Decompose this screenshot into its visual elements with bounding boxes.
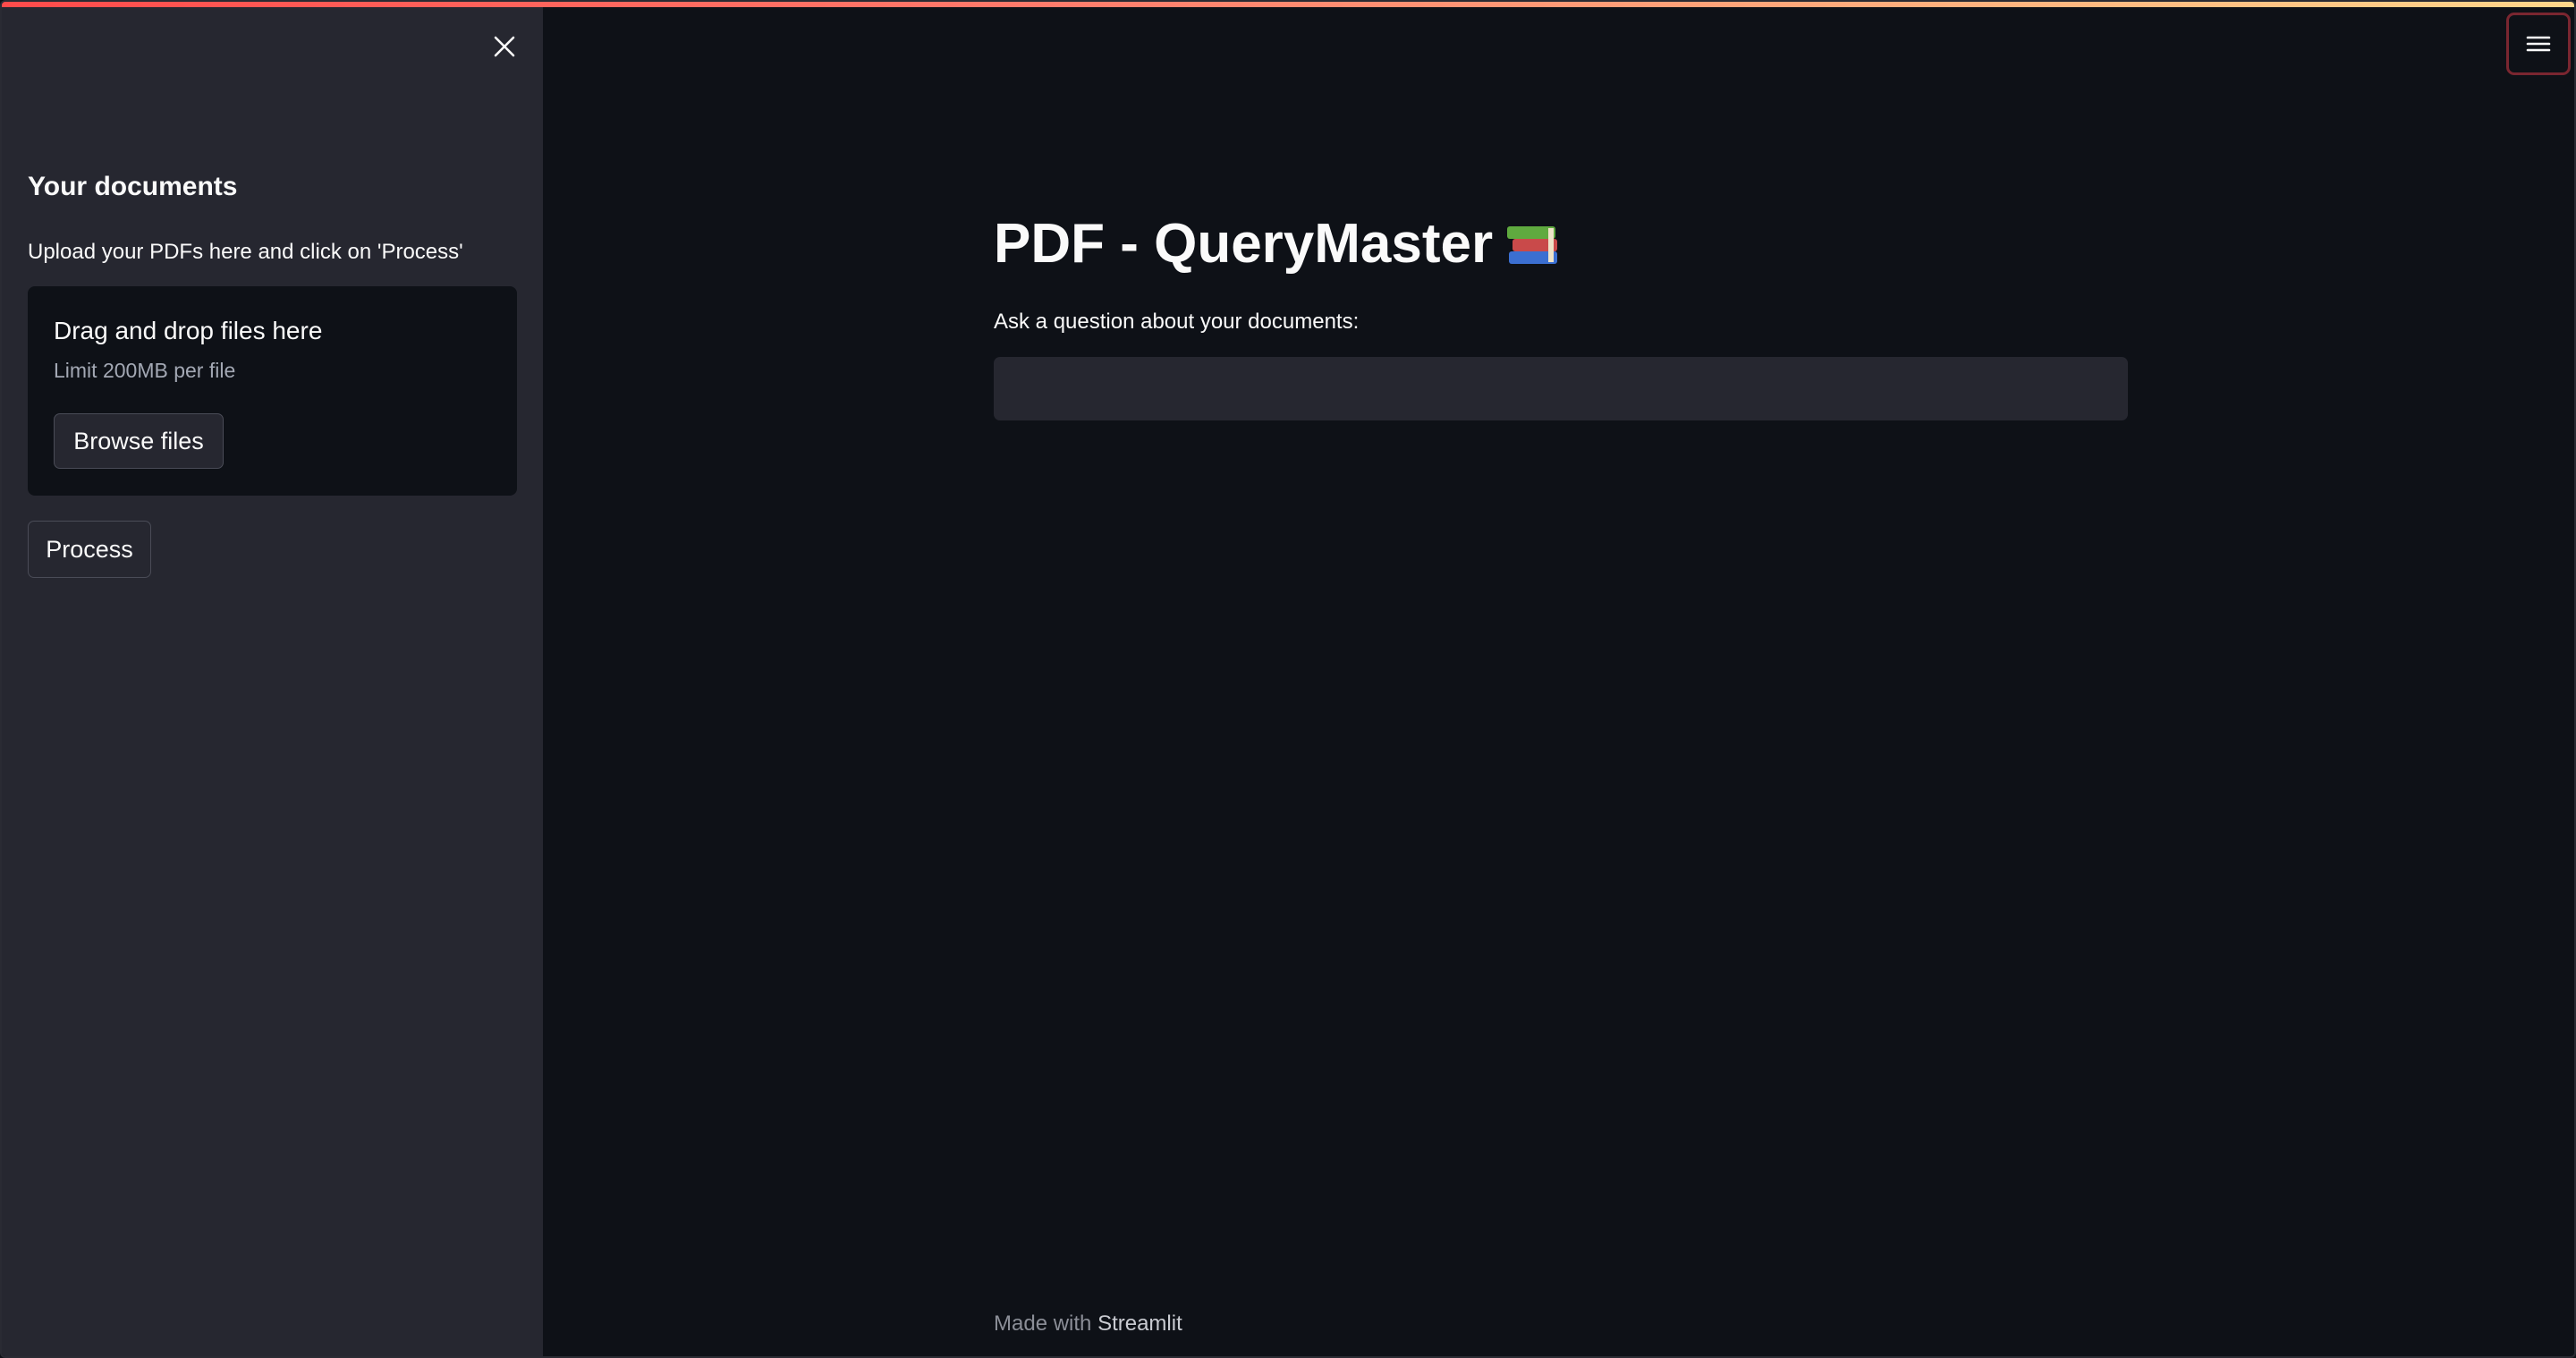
hamburger-menu-icon [2526, 36, 2551, 52]
question-input[interactable] [994, 357, 2128, 420]
sidebar: Your documents Upload your PDFs here and… [2, 2, 543, 1356]
app-window: Your documents Upload your PDFs here and… [0, 0, 2576, 1358]
footer: Made with Streamlit [994, 1311, 1182, 1337]
close-icon [494, 36, 515, 57]
footer-brand-link[interactable]: Streamlit [1097, 1311, 1182, 1336]
books-icon [1507, 217, 1559, 271]
dropzone-title: Drag and drop files here [54, 317, 323, 344]
sidebar-heading: Your documents [28, 172, 238, 201]
sidebar-caption: Upload your PDFs here and click on 'Proc… [28, 240, 463, 264]
main-menu-button[interactable] [2506, 13, 2571, 75]
file-dropzone[interactable]: Drag and drop files here Limit 200MB per… [28, 286, 517, 496]
dropzone-limit: Limit 200MB per file [54, 359, 236, 382]
close-sidebar-button[interactable] [485, 27, 524, 66]
question-label: Ask a question about your documents: [994, 310, 1360, 334]
browse-files-button[interactable]: Browse files [54, 413, 224, 469]
footer-prefix: Made with [994, 1311, 1092, 1336]
process-button[interactable]: Process [28, 521, 151, 578]
page-title-row: PDF - QueryMaster [994, 204, 1559, 284]
page-title: PDF - QueryMaster [994, 213, 1494, 275]
top-decoration-bar [2, 2, 2574, 7]
